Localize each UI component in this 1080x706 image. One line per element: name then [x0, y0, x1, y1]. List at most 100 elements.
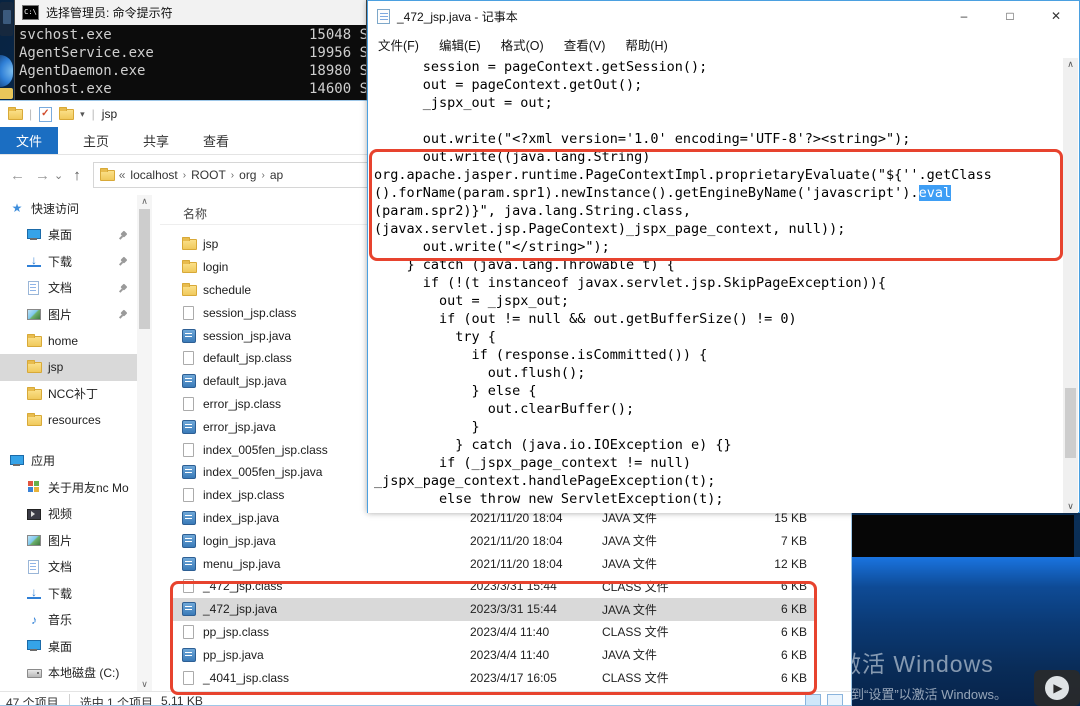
cmd-output[interactable]: svchost.exe15048 ServiAgentService.exe19…: [15, 25, 366, 100]
music-icon: ♪: [27, 613, 41, 627]
ribbon-tab-file[interactable]: 文件: [0, 127, 58, 154]
cmd-titlebar[interactable]: C:\ 选择管理员: 命令提示符: [15, 0, 366, 25]
file-row-pp_jsp.class[interactable]: pp_jsp.class2023/4/4 11:40CLASS 文件6 KB: [172, 621, 816, 644]
sidebar-item-desktop[interactable]: 桌面: [0, 633, 137, 660]
sidebar-item-videos[interactable]: 视频: [0, 501, 137, 528]
sidebar-item-this-pc[interactable]: 应用: [0, 448, 137, 475]
details-view-icon[interactable]: [805, 694, 821, 706]
file-java-icon: [182, 602, 196, 616]
maximize-button[interactable]: □: [987, 1, 1033, 31]
file-row-_472_jsp.java[interactable]: _472_jsp.java2023/3/31 15:44JAVA 文件6 KB: [172, 598, 816, 621]
thumbnails-view-icon[interactable]: [827, 694, 843, 706]
cmd-icon: C:\: [22, 5, 39, 20]
sidebar-item-resources[interactable]: resources: [0, 407, 137, 434]
file-row-pp_jsp.java[interactable]: pp_jsp.java2023/4/4 11:40JAVA 文件6 KB: [172, 643, 816, 666]
sidebar-item-pictures[interactable]: 图片: [0, 527, 137, 554]
qat-dropdown-icon[interactable]: ▾: [80, 109, 85, 120]
file-row-_472_jsp.class[interactable]: _472_jsp.class2023/3/31 15:44CLASS 文件6 K…: [172, 575, 816, 598]
column-header-name[interactable]: 名称: [183, 205, 207, 222]
sidebar-item-home[interactable]: home: [0, 328, 137, 355]
quick-access-newfolder-icon[interactable]: [59, 107, 73, 121]
file-name: index_jsp.class: [203, 488, 284, 502]
file-row-menu_jsp.java[interactable]: menu_jsp.java2021/11/20 18:04JAVA 文件12 K…: [172, 552, 816, 575]
file-size: 6 KB: [717, 621, 807, 644]
sidebar-item-downloads[interactable]: ↓下载: [0, 580, 137, 607]
file-date: 2023/4/4 11:40: [470, 643, 585, 666]
folder-icon[interactable]: [0, 88, 13, 99]
sidebar-item-local-disk-c[interactable]: 本地磁盘 (C:): [0, 660, 137, 687]
ribbon-tab-view[interactable]: 查看: [186, 127, 246, 154]
watermark-line2: 转到“设置”以激活 Windows。: [838, 684, 1007, 703]
sidebar-item-yonyou-nc[interactable]: 关于用友nc Mo: [0, 474, 137, 501]
sidebar-item-documents[interactable]: 文档: [0, 554, 137, 581]
sidebar-scrollbar[interactable]: ∧ ∨: [137, 195, 152, 691]
breadcrumb-org[interactable]: org: [239, 168, 256, 182]
code-line: org.apache.jasper.runtime.PageContextImp…: [368, 166, 1064, 184]
file-name: index_jsp.java: [203, 511, 279, 525]
folder-icon: [27, 360, 41, 374]
scroll-down-icon[interactable]: ∨: [137, 679, 152, 690]
code-line: out = _jspx_out;: [368, 292, 1064, 310]
back-icon[interactable]: ←: [10, 167, 25, 184]
file-size: 6 KB: [717, 575, 807, 598]
close-button[interactable]: ✕: [1033, 1, 1079, 31]
document-icon: [27, 560, 41, 574]
file-name-cell: pp_jsp.class: [182, 621, 462, 644]
file-date: 2021/11/20 18:04: [470, 552, 585, 575]
notepad-titlebar[interactable]: _472_jsp.java - 记事本 – □ ✕: [368, 1, 1079, 31]
desktop-icon-partial[interactable]: [0, 2, 13, 36]
breadcrumb-ap[interactable]: ap: [270, 168, 283, 182]
sidebar-item-jsp[interactable]: jsp: [0, 354, 137, 381]
scroll-down-icon[interactable]: ∨: [1063, 501, 1078, 512]
globe-icon[interactable]: [0, 55, 13, 87]
code-line: (param.spr2)}", java.lang.String.class,: [368, 202, 1064, 220]
file-java-icon: [182, 534, 196, 548]
pin-icon: [116, 255, 129, 268]
scroll-up-icon[interactable]: ∧: [137, 196, 152, 207]
sidebar-item-downloads-pinned[interactable]: ↓下载: [0, 248, 137, 275]
menu-format[interactable]: 格式(O): [501, 35, 544, 54]
file-row-_4041_jsp.class[interactable]: _4041_jsp.class2023/4/17 16:05CLASS 文件6 …: [172, 666, 816, 689]
recorder-play-button[interactable]: ▶: [1034, 670, 1080, 706]
divider: [69, 694, 70, 706]
notepad-editor[interactable]: session = pageContext.getSession(); out …: [368, 58, 1064, 513]
menu-view[interactable]: 查看(V): [564, 35, 606, 54]
breadcrumb-root[interactable]: ROOT: [191, 168, 226, 182]
code-line: out.write((java.lang.String): [368, 148, 1064, 166]
scrollbar-thumb[interactable]: [139, 209, 150, 329]
code-line: out.write("<?xml version='1.0' encoding=…: [368, 130, 1064, 148]
quick-access-properties-icon[interactable]: [39, 107, 52, 122]
separator: |: [29, 107, 32, 121]
sidebar-item-desktop-pinned[interactable]: 桌面: [0, 222, 137, 249]
sidebar-item-quick-access[interactable]: ★快速访问: [0, 195, 137, 222]
file-plain-icon: [182, 443, 196, 457]
file-plain-icon: [182, 306, 196, 320]
file-name: pp_jsp.java: [203, 648, 264, 662]
file-java-icon: [182, 648, 196, 662]
up-icon[interactable]: ↑: [73, 167, 81, 184]
sidebar-item-music[interactable]: ♪音乐: [0, 607, 137, 634]
explorer-statusbar: 47 个项目 选中 1 个项目 5.11 KB: [0, 691, 851, 706]
scroll-up-icon[interactable]: ∧: [1063, 59, 1078, 70]
file-name-cell: login_jsp.java: [182, 529, 462, 552]
sidebar-item-label: resources: [48, 413, 101, 427]
sidebar-item-pictures-pinned[interactable]: 图片: [0, 301, 137, 328]
app-icon: [27, 480, 41, 494]
notepad-scrollbar[interactable]: ∧ ∨: [1063, 58, 1078, 513]
scrollbar-thumb[interactable]: [1065, 388, 1076, 458]
sidebar-item-ncc-patch[interactable]: NCC补丁: [0, 381, 137, 408]
file-row-login_jsp.java[interactable]: login_jsp.java2021/11/20 18:04JAVA 文件7 K…: [172, 529, 816, 552]
menu-help[interactable]: 帮助(H): [625, 35, 667, 54]
sidebar-item-documents-pinned[interactable]: 文档: [0, 275, 137, 302]
menu-edit[interactable]: 编辑(E): [439, 35, 481, 54]
recent-locations-icon[interactable]: ⌄: [54, 169, 63, 182]
ribbon-tab-share[interactable]: 共享: [126, 127, 186, 154]
breadcrumb-localhost[interactable]: localhost: [130, 168, 177, 182]
activate-windows-watermark: 激活 Windows 转到“设置”以激活 Windows。: [838, 645, 1007, 703]
file-type: CLASS 文件: [602, 666, 717, 689]
menu-file[interactable]: 文件(F): [378, 35, 419, 54]
minimize-button[interactable]: –: [941, 1, 987, 31]
ribbon-tab-home[interactable]: 主页: [66, 127, 126, 154]
forward-icon[interactable]: →: [35, 167, 50, 184]
file-java-icon: [182, 329, 196, 343]
